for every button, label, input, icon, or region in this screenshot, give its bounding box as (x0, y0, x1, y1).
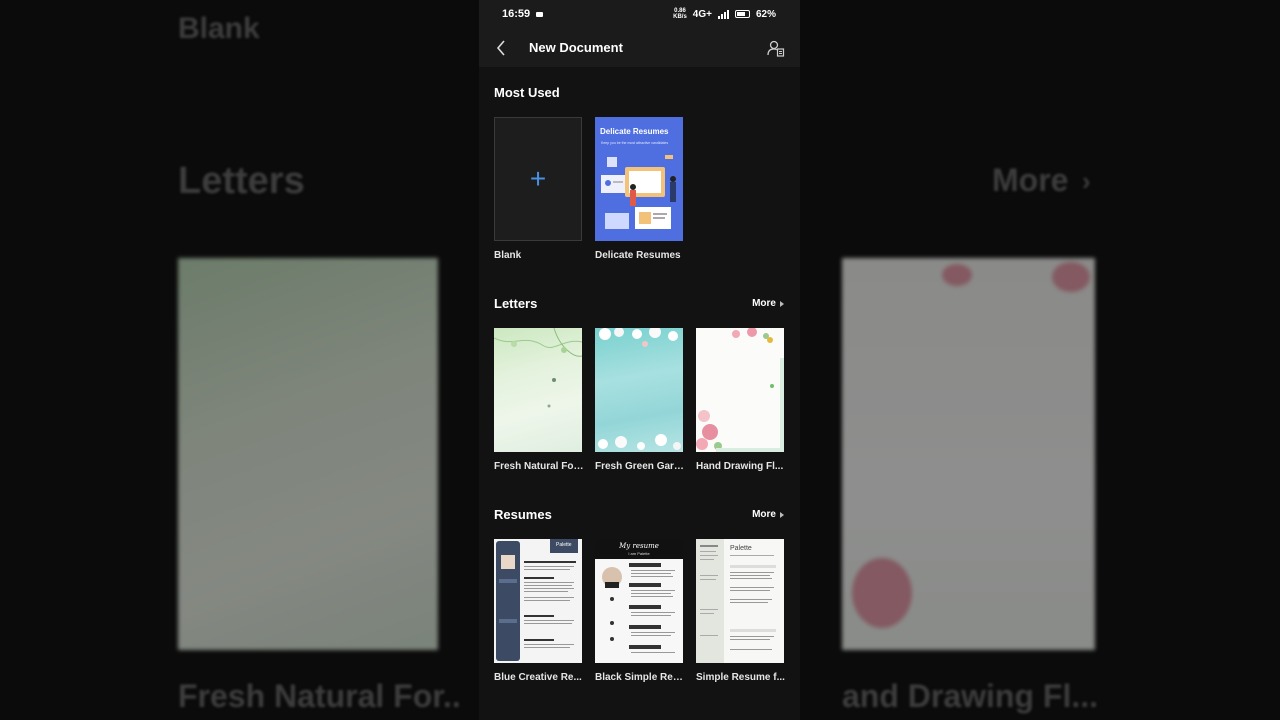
bg-letter-thumbnail (178, 258, 438, 650)
bg-more-text: More (992, 162, 1069, 198)
template-fresh-natural[interactable] (494, 328, 582, 452)
network-speed-unit: KB/s (673, 14, 687, 20)
more-label: More (752, 509, 776, 520)
template-blue-creative-resume[interactable]: Palette (494, 539, 582, 663)
battery-level: 62% (755, 8, 776, 20)
app-bar: New Document (479, 28, 800, 67)
thumbnail-name: Palette (556, 542, 572, 548)
template-simple-resume[interactable]: Palette (696, 539, 784, 663)
flower-illustration (598, 328, 681, 450)
resume-preview (496, 539, 578, 661)
template-label: Fresh Green Gard... (595, 461, 685, 472)
resume-illustration (601, 155, 676, 229)
template-fresh-green-garden[interactable] (595, 328, 683, 452)
template-label: Black Simple Res... (595, 672, 685, 683)
section-title-resumes: Resumes (494, 507, 552, 522)
network-speed: 0.86 KB/s (673, 8, 687, 20)
account-button[interactable] (767, 39, 785, 57)
bg-blank-text: Blank (178, 12, 260, 45)
thumbnail-title: My resume (619, 542, 659, 550)
template-label: Fresh Natural For... (494, 461, 584, 472)
clock: 16:59 (502, 8, 531, 20)
video-camera-icon (536, 11, 544, 17)
bg-letters-text: Letters (178, 160, 305, 202)
status-bar: 16:59 0.86 KB/s 4G+ 62% (479, 0, 800, 28)
template-label: Hand Drawing Fl... (696, 461, 784, 472)
template-blank[interactable]: + (494, 117, 582, 241)
template-label: Simple Resume f... (696, 672, 785, 683)
signal-icon (717, 9, 729, 19)
plus-icon: + (529, 163, 547, 194)
chevron-left-icon (496, 39, 505, 56)
section-title-most-used: Most Used (494, 85, 560, 100)
letters-more-button[interactable]: More (752, 298, 784, 309)
template-label: Delicate Resumes (595, 250, 681, 261)
thumbnail-name: I am Palette (628, 551, 650, 556)
branch-illustration (494, 328, 582, 408)
template-label: Blank (494, 250, 522, 261)
resume-preview (696, 539, 776, 663)
battery-icon (734, 10, 750, 18)
section-title-letters: Letters (494, 296, 538, 311)
bg-bottom-right-text: and Drawing Fl... (842, 678, 1099, 714)
bg-bottom-left-text: Fresh Natural For.. (178, 678, 461, 714)
page-title: New Document (529, 40, 623, 55)
template-hand-drawing-flower[interactable] (696, 328, 784, 452)
back-button[interactable] (493, 39, 509, 56)
template-label: Blue Creative Re... (494, 672, 582, 683)
more-label: More (752, 298, 776, 309)
network-type: 4G+ (692, 8, 712, 20)
flower-illustration (696, 328, 784, 452)
account-document-icon (767, 40, 785, 57)
template-delicate-resumes[interactable]: Delicate Resumes Keep you be the most at… (595, 117, 683, 241)
phone-screen: 16:59 0.86 KB/s 4G+ 62% New Document Mos… (479, 0, 800, 720)
resume-preview (595, 539, 683, 653)
caret-right-icon (780, 511, 784, 518)
bg-letter-thumbnail-right (842, 258, 1095, 650)
bg-more-arrow-icon: › (1082, 166, 1091, 196)
thumbnail-name: Palette (730, 545, 752, 552)
caret-right-icon (780, 300, 784, 307)
template-black-simple-resume[interactable]: My resume I am Palette (595, 539, 683, 663)
resumes-more-button[interactable]: More (752, 509, 784, 520)
